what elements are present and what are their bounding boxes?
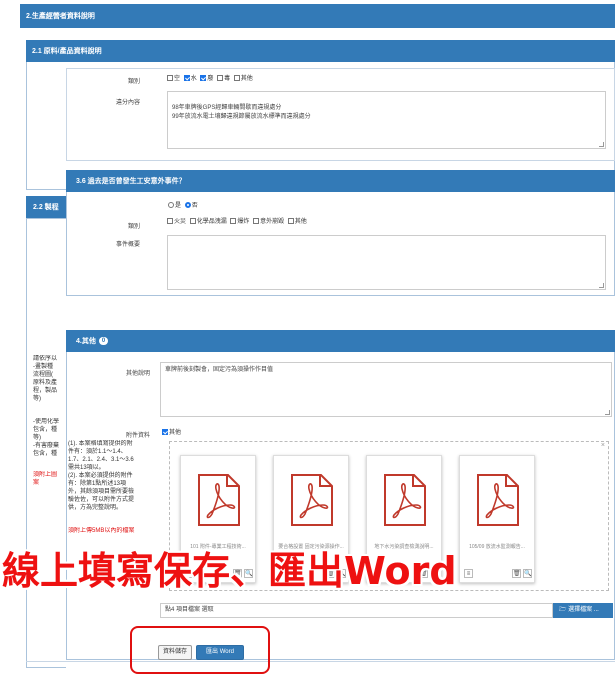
improve-label: 違分內容: [115, 100, 140, 106]
checkbox-explosion[interactable]: [230, 218, 237, 224]
yes-no-radio-group: 是 否: [168, 200, 198, 209]
pollution-category-label: 類別: [127, 79, 140, 85]
attachment-checkbox[interactable]: 其他: [162, 427, 181, 436]
other-note-textarea[interactable]: 車牌前後刻製會，固定污為須操作作目值: [160, 362, 612, 417]
left-note-a: 請依序以 -畫製種 流程圖( 原料及產 程，製品 等): [33, 356, 58, 402]
accident-category-label: 類別: [127, 224, 140, 230]
browse-button[interactable]: 🗁 選擇檔案 ...: [553, 603, 613, 618]
count-badge: 0: [98, 337, 109, 345]
radio-no[interactable]: [184, 202, 191, 208]
left-note-b-red: 須附上圖 案: [33, 472, 58, 486]
checkbox-attach-other[interactable]: [162, 429, 168, 435]
checkbox-other[interactable]: [233, 75, 240, 81]
improve-textarea[interactable]: 98年車牌後GPS經歸車輛間歇而違規處分 99年放流水電土壤歸違規節屬放流水標準…: [167, 91, 606, 149]
resize-handle[interactable]: [599, 142, 604, 147]
subsection-2-1-header: 2.1 原料/產品資料說明: [26, 40, 615, 62]
overlay-caption: 線上填寫保存、匯出Word: [2, 549, 457, 593]
radio-yes[interactable]: [168, 202, 174, 208]
checkbox-fire[interactable]: [167, 218, 173, 224]
accident-category-options: 火災 化學品洩漏 爆炸 意外崩毀 其他: [167, 216, 309, 225]
checkbox-chemical-leak[interactable]: [189, 218, 196, 224]
option-waste: 廢: [200, 75, 213, 82]
checkbox-water[interactable]: [183, 75, 190, 81]
left-note-b: -使用化學 包含，種 等) -有害廢棄 包含，種: [33, 419, 59, 457]
pollution-category-options: 空 水 廢 毒 其他: [167, 73, 255, 82]
pdf-icon: [384, 474, 426, 526]
checkbox-toxic[interactable]: [217, 75, 224, 81]
event-summary-label: 事件概要: [115, 242, 140, 248]
option-toxic: 毒: [217, 75, 230, 82]
option-other: 其他: [233, 75, 253, 82]
file-picker-input[interactable]: 點4 項目檔案 選取: [160, 603, 553, 618]
clear-files-icon[interactable]: ×: [601, 442, 605, 449]
option-water: 水: [183, 75, 197, 82]
option-accident-other: 其他: [287, 218, 307, 225]
pdf-icon: [477, 474, 519, 526]
resize-handle[interactable]: [605, 410, 610, 415]
option-collapse: 意外崩毀: [253, 218, 284, 225]
other-note-label: 其他說明: [125, 371, 150, 377]
option-air: 空: [167, 75, 180, 82]
checkbox-collapse[interactable]: [253, 218, 260, 224]
pdf-icon: [198, 474, 240, 526]
section-header: 2.生產經營者資料說明: [20, 4, 615, 28]
pdf-icon: [291, 474, 333, 526]
highlight-box: [130, 626, 270, 674]
checkbox-air[interactable]: [167, 75, 173, 81]
option-fire: 火災: [167, 218, 186, 225]
subsection-2-1-title: 2.1 原料/產品資料說明: [32, 48, 102, 55]
option-chemical-leak: 化學品洩漏: [189, 218, 227, 225]
question-3-6-header: 3.6 過去是否曾發生工安意外事件？: [66, 170, 615, 192]
section-title: 2.生產經營者資料說明: [26, 13, 95, 20]
section-divider: [26, 661, 615, 662]
attachment-instructions: (1). 本案格填寫提供的附 件有：須於1.1～1.4、 1.7、2.1、2.4…: [68, 441, 135, 511]
option-explosion: 爆炸: [230, 218, 249, 225]
attachment-label: 附件資料: [125, 433, 150, 439]
folder-icon: 🗁: [559, 607, 567, 613]
resize-handle[interactable]: [599, 283, 604, 288]
event-summary-textarea[interactable]: [167, 235, 606, 290]
section-4-title: 4.其他: [76, 338, 96, 345]
checkbox-waste[interactable]: [200, 75, 207, 81]
section-4-header: 4.其他 0: [66, 330, 615, 352]
question-3-6-title: 3.6 過去是否曾發生工安意外事件？: [76, 178, 186, 185]
checkbox-accident-other[interactable]: [287, 218, 294, 224]
attachment-size-note: 須附上傳5MB以內的檔案: [68, 528, 135, 534]
subsection-2-2-title: 2.2 製程: [33, 204, 59, 211]
